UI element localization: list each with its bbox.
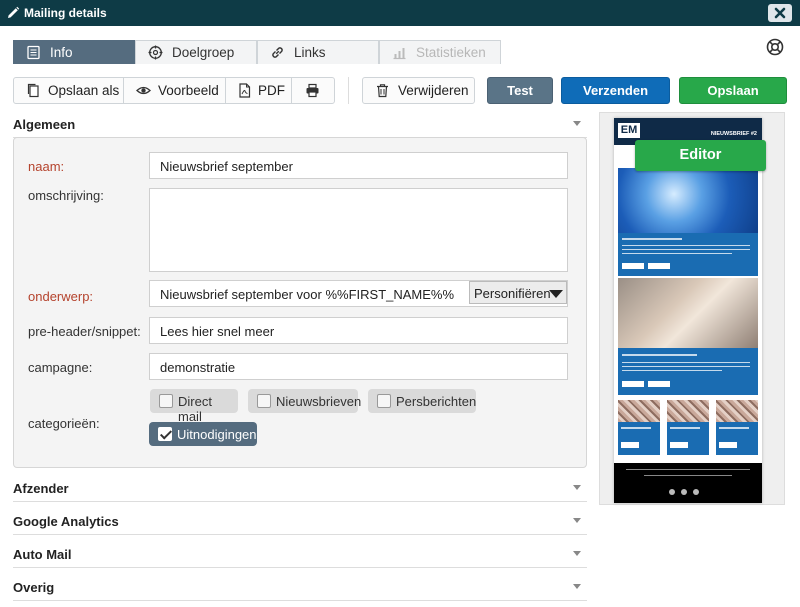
- document-icon: [27, 45, 40, 60]
- newsletter-footer: [614, 463, 762, 503]
- print-button[interactable]: [291, 78, 335, 103]
- personalize-label: Personifiëren: [474, 286, 551, 301]
- test-button[interactable]: Test: [487, 77, 553, 104]
- name-input[interactable]: Nieuwsbrief september: [149, 152, 568, 179]
- toolbar-divider: [348, 77, 349, 104]
- delete-button[interactable]: Verwijderen: [362, 77, 475, 104]
- section-general-title: Algemeen: [13, 117, 76, 132]
- section-other-title: Overig: [13, 580, 55, 595]
- newsletter-small-card: [618, 400, 660, 455]
- checkbox: [377, 394, 391, 408]
- eye-icon: [136, 86, 151, 95]
- category-label: Direct mail: [178, 394, 212, 424]
- help-lifebuoy-icon[interactable]: [765, 37, 785, 57]
- send-button[interactable]: Verzenden: [561, 77, 670, 104]
- tab-doelgroep[interactable]: Doelgroep: [135, 40, 257, 64]
- pdf-file-icon: [239, 83, 251, 98]
- checkbox-checked: [158, 427, 172, 441]
- subject-label: onderwerp:: [28, 289, 94, 304]
- categories-label: categorieën:: [28, 416, 100, 431]
- category-uitnodigingen[interactable]: Uitnodigingen: [149, 422, 257, 446]
- preview-label: Voorbeeld: [158, 83, 219, 98]
- editor-button[interactable]: Editor: [635, 140, 766, 171]
- section-automail-header[interactable]: Auto Mail: [13, 540, 587, 568]
- tab-info-label: Info: [50, 45, 73, 60]
- newsletter-title: NIEUWSBRIEF #2: [710, 131, 757, 137]
- tab-statistieken-label: Statistieken: [416, 45, 486, 60]
- pdf-button[interactable]: PDF: [225, 78, 291, 103]
- campaign-label: campagne:: [28, 360, 93, 375]
- personalize-dropdown[interactable]: Personifiëren: [469, 281, 567, 304]
- newsletter-logo: EM: [618, 123, 640, 138]
- window-titlebar: Mailing details: [0, 0, 800, 26]
- chevron-down-icon: [573, 584, 581, 589]
- newsletter-article-block: [618, 348, 758, 395]
- category-nieuwsbrieven[interactable]: Nieuwsbrieven: [248, 389, 362, 413]
- description-textarea[interactable]: [149, 188, 568, 272]
- save-button[interactable]: Opslaan: [679, 77, 787, 104]
- newsletter-image-bubble: [618, 168, 758, 233]
- toolbar-left: Opslaan als Voorbeeld PDF: [13, 77, 335, 104]
- preview-button[interactable]: Voorbeeld: [124, 78, 225, 103]
- tab-statistieken[interactable]: Statistieken: [379, 40, 501, 64]
- section-analytics-title: Google Analytics: [13, 514, 119, 529]
- close-icon: [774, 7, 786, 19]
- newsletter-thumbnail[interactable]: EM NIEUWSBRIEF #2: [614, 118, 762, 503]
- name-label: naam:: [28, 159, 65, 174]
- campaign-input[interactable]: demonstratie: [149, 353, 568, 380]
- copy-icon: [27, 83, 39, 98]
- chevron-down-icon: [573, 518, 581, 523]
- tab-links-label: Links: [294, 45, 326, 60]
- chevron-down-icon: [573, 551, 581, 556]
- general-form-panel: naam: Nieuwsbrief september omschrijving…: [13, 137, 587, 468]
- window-title: Mailing details: [24, 6, 107, 20]
- dropdown-arrow-icon: [549, 290, 563, 298]
- section-other-header[interactable]: Overig: [13, 573, 587, 601]
- tab-doelgroep-label: Doelgroep: [172, 45, 235, 60]
- preheader-input[interactable]: Lees hier snel meer: [149, 317, 568, 344]
- target-icon: [148, 45, 163, 60]
- save-as-button[interactable]: Opslaan als: [14, 78, 124, 103]
- chevron-down-icon: [573, 485, 581, 490]
- delete-label: Verwijderen: [398, 83, 469, 98]
- tab-links[interactable]: Links: [257, 40, 379, 64]
- category-label: Nieuwsbrieven: [276, 394, 362, 409]
- pdf-label: PDF: [258, 83, 285, 98]
- trash-icon: [377, 84, 388, 98]
- newsletter-article-block: [618, 233, 758, 276]
- category-persberichten[interactable]: Persberichten: [368, 389, 476, 413]
- category-label: Uitnodigingen: [177, 427, 257, 442]
- newsletter-small-card: [716, 400, 758, 455]
- chevron-down-icon: [573, 121, 581, 126]
- section-sender-header[interactable]: Afzender: [13, 474, 587, 502]
- close-button[interactable]: [768, 4, 792, 22]
- printer-icon: [306, 83, 319, 98]
- category-direct-mail[interactable]: Direct mail: [150, 389, 238, 424]
- section-analytics-header[interactable]: Google Analytics: [13, 507, 587, 535]
- section-automail-title: Auto Mail: [13, 547, 72, 562]
- section-sender-title: Afzender: [13, 481, 69, 496]
- preheader-label: pre-header/snippet:: [28, 324, 141, 339]
- bar-chart-icon: [393, 48, 406, 60]
- delete-button-inner: Verwijderen: [363, 78, 474, 103]
- checkbox: [159, 394, 173, 408]
- newsletter-image-children: [618, 278, 758, 348]
- tab-bar: Info Doelgroep Links Statistieken: [13, 40, 501, 64]
- newsletter-small-card: [667, 400, 709, 455]
- checkbox: [257, 394, 271, 408]
- description-label: omschrijving:: [28, 188, 104, 203]
- save-as-label: Opslaan als: [48, 83, 120, 98]
- link-icon: [272, 47, 283, 58]
- pencil-icon: [8, 6, 20, 18]
- section-general-header[interactable]: Algemeen: [13, 110, 587, 138]
- tab-info[interactable]: Info: [13, 40, 135, 64]
- category-label: Persberichten: [396, 394, 477, 409]
